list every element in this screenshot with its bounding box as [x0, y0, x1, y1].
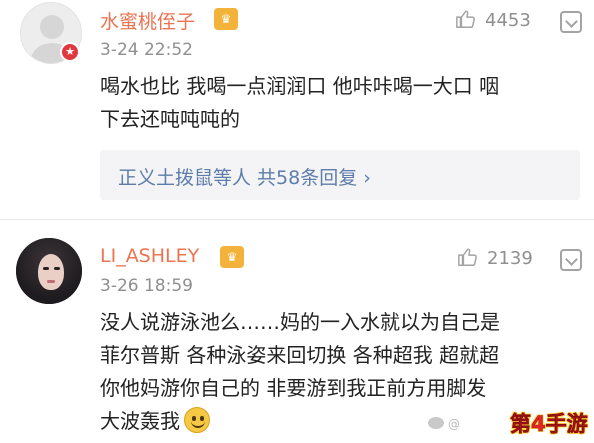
- comment-text-line: 没人说游泳池么……妈的一入水就以为自己是: [100, 310, 500, 334]
- replies-summary-link[interactable]: 正义土拨鼠等人 共58条回复 ›: [100, 150, 580, 200]
- smile-emoji-icon: [184, 407, 210, 433]
- comment-timestamp: 3-24 22:52: [100, 40, 193, 60]
- comment-item: ★ 水蜜桃侄子 ♛ 3-24 22:52 4453 喝水也比 我喝一点润润口 他…: [0, 0, 594, 220]
- chevron-right-icon: ›: [363, 167, 371, 189]
- comment-item: LI_ASHLEY ♛ 3-26 18:59 2139 没人说游泳池么……妈的一…: [0, 224, 594, 443]
- watermark-text: @: [448, 417, 460, 431]
- site-logo: 第4手游: [510, 412, 588, 437]
- comment-divider: [0, 219, 594, 220]
- vip-crown-icon: ♛: [220, 246, 244, 268]
- vip-crown-icon: ♛: [214, 8, 238, 30]
- thumbs-up-icon: [456, 10, 475, 28]
- comment-username[interactable]: LI_ASHLEY: [100, 245, 199, 267]
- comment-text-line: 你他妈游你自己的 非要游到我正前方用脚发: [100, 376, 487, 400]
- like-button[interactable]: 2139: [457, 246, 533, 269]
- avatar-eye-shape: [54, 267, 60, 270]
- chevron-down-box-icon[interactable]: [560, 11, 582, 33]
- comment-text-line: 下去还吨吨吨的: [100, 107, 240, 131]
- replies-summary-label: 正义土拨鼠等人 共58条回复: [118, 167, 358, 189]
- comment-text-line: 喝水也比 我喝一点润润口 他咔咔喝一大口 咽: [100, 74, 500, 98]
- like-count: 2139: [487, 248, 533, 269]
- comment-text-line: 菲尔普斯 各种泳姿来回切换 各种超我 超就超: [100, 343, 500, 367]
- avatar-face-shape: [38, 254, 64, 290]
- comment-username[interactable]: 水蜜桃侄子: [100, 7, 195, 34]
- comment-timestamp: 3-26 18:59: [100, 276, 193, 296]
- avatar-lips-shape: [47, 280, 55, 283]
- like-button[interactable]: 4453: [455, 8, 531, 31]
- avatar-photo[interactable]: [16, 238, 82, 304]
- weibo-logo-icon: [428, 417, 444, 429]
- thumbs-up-icon: [458, 248, 477, 266]
- comment-text-line: 大波轰我: [100, 409, 180, 433]
- like-count: 4453: [485, 10, 531, 31]
- chevron-down-box-icon[interactable]: [560, 249, 582, 271]
- avatar-badge-icon: ★: [60, 42, 80, 62]
- comment-text: 喝水也比 我喝一点润润口 他咔咔喝一大口 咽 下去还吨吨吨的: [100, 70, 499, 136]
- weibo-watermark: @: [428, 417, 508, 431]
- avatar-eye-shape: [43, 267, 49, 270]
- replies-summary-text: 正义土拨鼠等人 共58条回复 ›: [118, 163, 371, 190]
- avatar-head-shape: [40, 15, 64, 39]
